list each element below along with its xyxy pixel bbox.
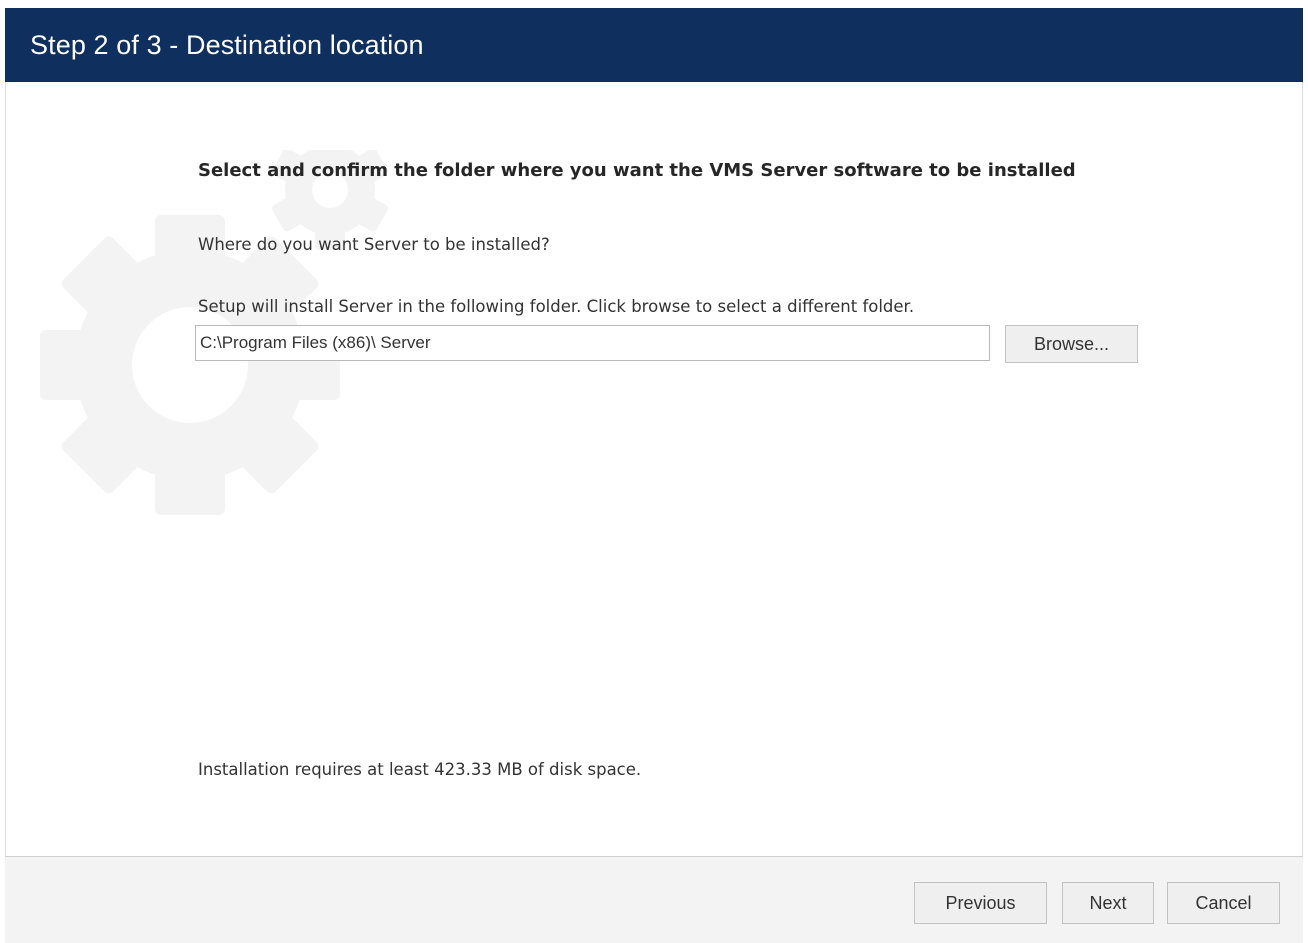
disk-space-note: Installation requires at least 423.33 MB…	[198, 760, 642, 779]
install-question: Where do you want Server to be installed…	[198, 235, 550, 254]
next-button[interactable]: Next	[1062, 882, 1154, 924]
page-heading: Select and confirm the folder where you …	[198, 160, 1076, 181]
window-border-left	[5, 82, 6, 857]
window-border-right	[1302, 82, 1303, 857]
window-title: Step 2 of 3 - Destination location	[30, 29, 424, 60]
title-bar: Step 2 of 3 - Destination location	[5, 8, 1303, 82]
install-instruction: Setup will install Server in the followi…	[198, 297, 915, 316]
cancel-button[interactable]: Cancel	[1167, 882, 1280, 924]
install-path-input[interactable]	[195, 325, 990, 361]
installer-window: Step 2 of 3 - Destination location Selec…	[0, 0, 1308, 943]
browse-button[interactable]: Browse...	[1005, 325, 1138, 363]
previous-button[interactable]: Previous	[914, 882, 1047, 924]
